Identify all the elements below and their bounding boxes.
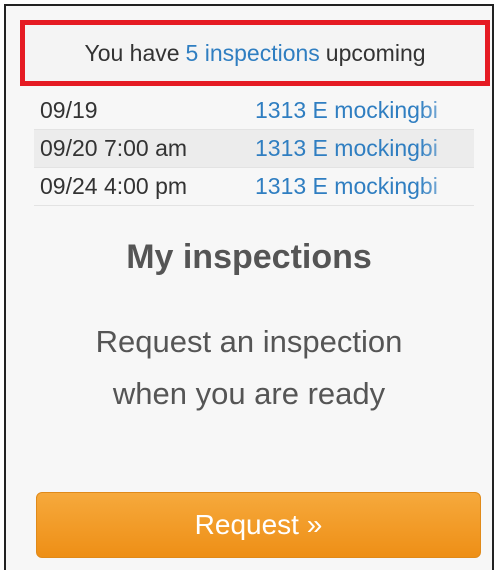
request-prompt-line-2: when you are ready: [112, 376, 386, 411]
request-prompt-line-1: Request an inspection: [95, 324, 403, 359]
inspection-date: 09/24 4:00 pm: [40, 173, 188, 199]
inspection-row: 09/24 4:00 pm 1313 E mockingbi: [34, 168, 474, 206]
inspections-widget: You have 5 inspections upcoming 09/19 13…: [4, 4, 494, 570]
section-title: My inspections: [126, 238, 372, 276]
request-button[interactable]: Request »: [36, 492, 481, 558]
summary-prefix: You have: [84, 39, 180, 66]
inspection-address-link[interactable]: 1313 E mockingbi: [255, 97, 474, 124]
inspection-date: 09/20 7:00 am: [40, 135, 188, 161]
upcoming-summary: You have 5 inspections upcoming: [20, 20, 490, 86]
inspection-list: 09/19 1313 E mockingbi 09/20 7:00 am 131…: [34, 92, 474, 206]
summary-suffix: upcoming: [325, 39, 426, 66]
inspection-date: 09/19: [40, 97, 98, 123]
inspection-row: 09/19 1313 E mockingbi: [34, 92, 474, 130]
request-prompt: Request an inspection when you are ready: [6, 316, 492, 420]
inspection-address-link[interactable]: 1313 E mockingbi: [255, 135, 474, 162]
inspection-address-link[interactable]: 1313 E mockingbi: [255, 173, 474, 200]
inspection-row: 09/20 7:00 am 1313 E mockingbi: [34, 130, 474, 168]
upcoming-inspections-link[interactable]: 5 inspections: [186, 40, 320, 67]
